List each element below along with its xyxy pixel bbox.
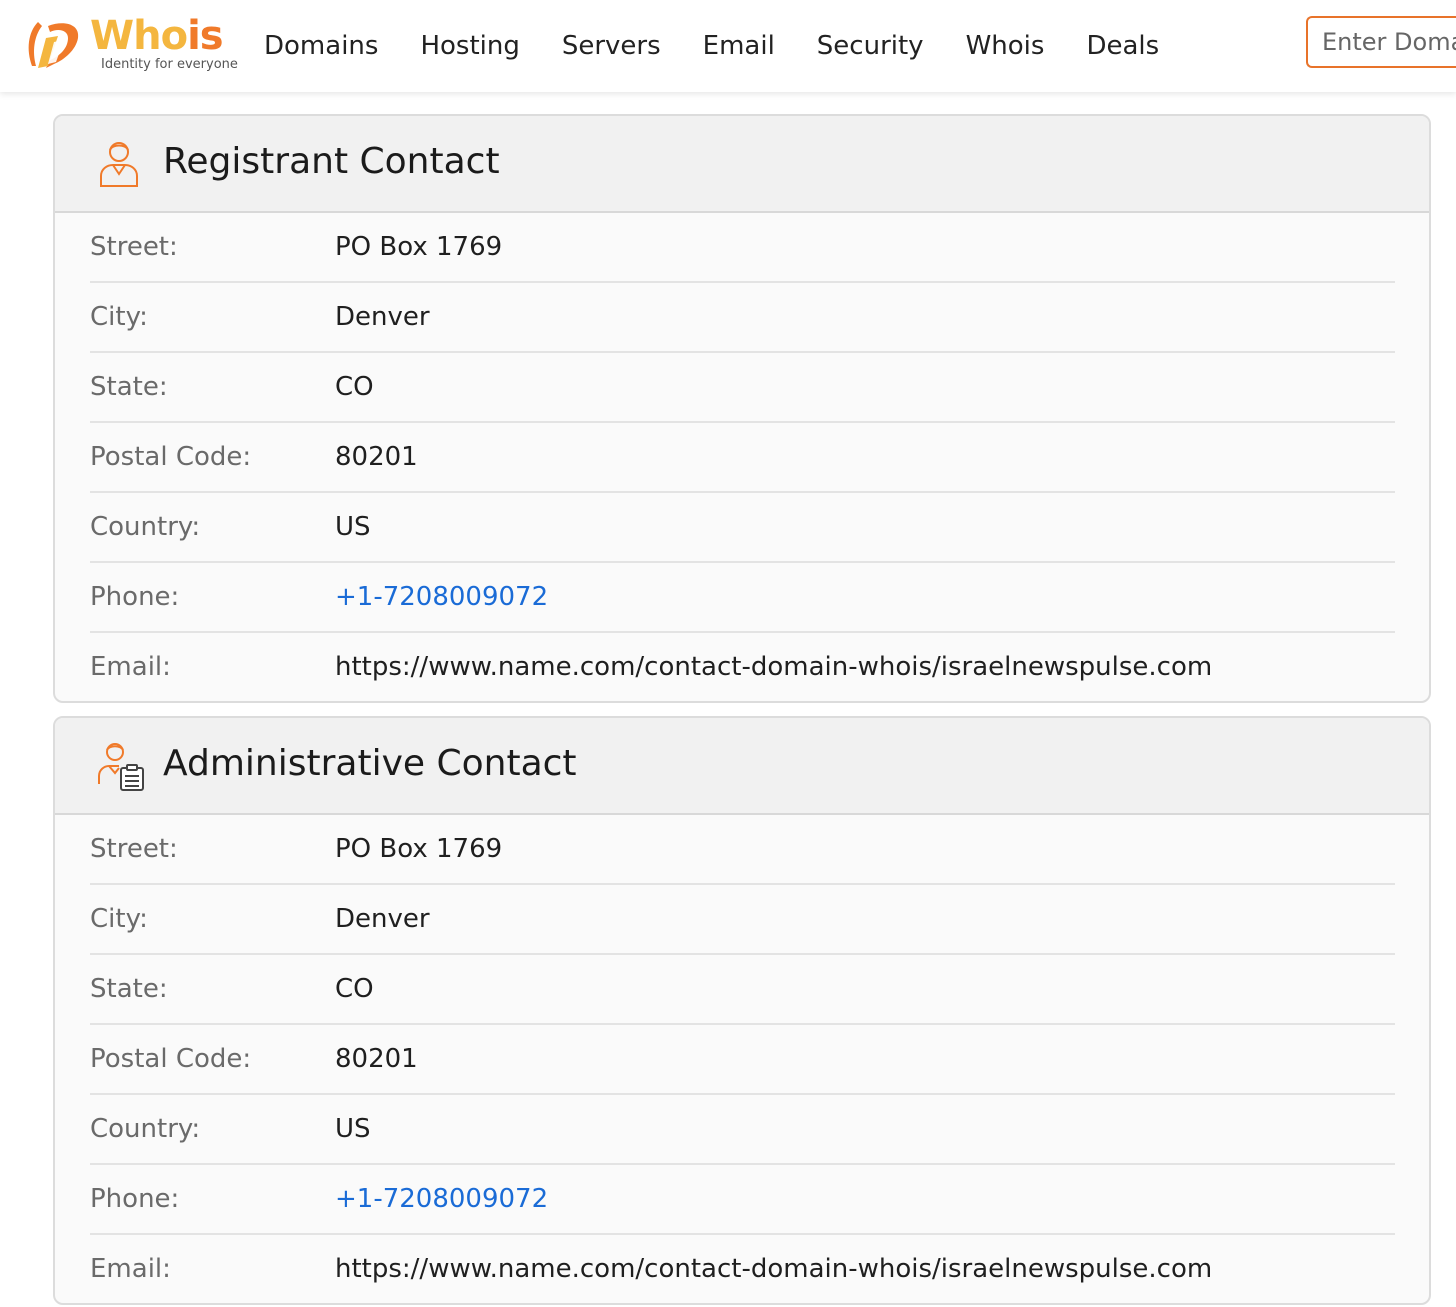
row-value: US (335, 1114, 371, 1144)
row-label: State: (90, 974, 168, 1004)
row-country: Country: US (90, 493, 1395, 563)
row-label: Country: (90, 1114, 201, 1144)
main-nav: Domains Hosting Servers Email Security W… (264, 0, 1201, 92)
administrative-contact-panel: Administrative Contact Street: PO Box 17… (53, 716, 1431, 1305)
row-label: City: (90, 904, 148, 934)
phone-link[interactable]: +1-7208009072 (335, 1184, 548, 1214)
domain-search-input[interactable] (1306, 16, 1456, 68)
person-clipboard-icon (98, 743, 144, 791)
row-value: Denver (335, 302, 430, 332)
contact-rows: Street: PO Box 1769 City: Denver State: … (55, 213, 1429, 701)
logo-mark-icon (28, 22, 79, 68)
row-email: Email: https://www.name.com/contact-doma… (90, 633, 1395, 701)
row-label: Phone: (90, 1184, 180, 1214)
row-value: https://www.name.com/contact-domain-whoi… (335, 1254, 1213, 1284)
nav-domains[interactable]: Domains (264, 31, 378, 61)
nav-whois[interactable]: Whois (966, 31, 1045, 61)
row-label: Country: (90, 512, 201, 542)
row-label: Street: (90, 834, 178, 864)
whois-logo[interactable]: Whois Identity for everyone (24, 13, 244, 76)
row-value: 80201 (335, 1044, 418, 1074)
row-street: Street: PO Box 1769 (90, 213, 1395, 283)
row-value: PO Box 1769 (335, 232, 503, 262)
row-city: City: Denver (90, 885, 1395, 955)
row-postal-code: Postal Code: 80201 (90, 423, 1395, 493)
row-state: State: CO (90, 353, 1395, 423)
row-label: Street: (90, 232, 178, 262)
row-label: City: (90, 302, 148, 332)
nav-hosting[interactable]: Hosting (420, 31, 519, 61)
nav-servers[interactable]: Servers (562, 31, 661, 61)
row-value: CO (335, 974, 374, 1004)
person-icon (100, 142, 138, 187)
row-phone: Phone: +1-7208009072 (90, 1165, 1395, 1235)
top-navigation-bar: Whois Identity for everyone Domains Host… (0, 0, 1456, 92)
registrant-contact-panel: Registrant Contact Street: PO Box 1769 C… (53, 114, 1431, 703)
row-value: 80201 (335, 442, 418, 472)
row-label: Postal Code: (90, 442, 252, 472)
logo-wordmark: Whois (90, 13, 224, 59)
nav-security[interactable]: Security (817, 31, 924, 61)
panel-header: Registrant Contact (55, 116, 1429, 213)
row-street: Street: PO Box 1769 (90, 815, 1395, 885)
panel-header: Administrative Contact (55, 718, 1429, 815)
row-value: US (335, 512, 371, 542)
row-label: Postal Code: (90, 1044, 252, 1074)
row-label: Email: (90, 1254, 171, 1284)
phone-link[interactable]: +1-7208009072 (335, 582, 548, 612)
row-postal-code: Postal Code: 80201 (90, 1025, 1395, 1095)
logo-tagline: Identity for everyone (101, 57, 238, 72)
row-city: City: Denver (90, 283, 1395, 353)
row-value: PO Box 1769 (335, 834, 503, 864)
row-value: Denver (335, 904, 430, 934)
row-phone: Phone: +1-7208009072 (90, 563, 1395, 633)
panel-title: Registrant Contact (163, 141, 500, 182)
panel-title: Administrative Contact (163, 743, 577, 784)
row-email: Email: https://www.name.com/contact-doma… (90, 1235, 1395, 1303)
row-state: State: CO (90, 955, 1395, 1025)
row-label: Email: (90, 652, 171, 682)
nav-deals[interactable]: Deals (1086, 31, 1159, 61)
row-value: https://www.name.com/contact-domain-whoi… (335, 652, 1213, 682)
nav-email[interactable]: Email (703, 31, 775, 61)
row-value: CO (335, 372, 374, 402)
row-country: Country: US (90, 1095, 1395, 1165)
row-label: State: (90, 372, 168, 402)
row-label: Phone: (90, 582, 180, 612)
contact-rows: Street: PO Box 1769 City: Denver State: … (55, 815, 1429, 1303)
